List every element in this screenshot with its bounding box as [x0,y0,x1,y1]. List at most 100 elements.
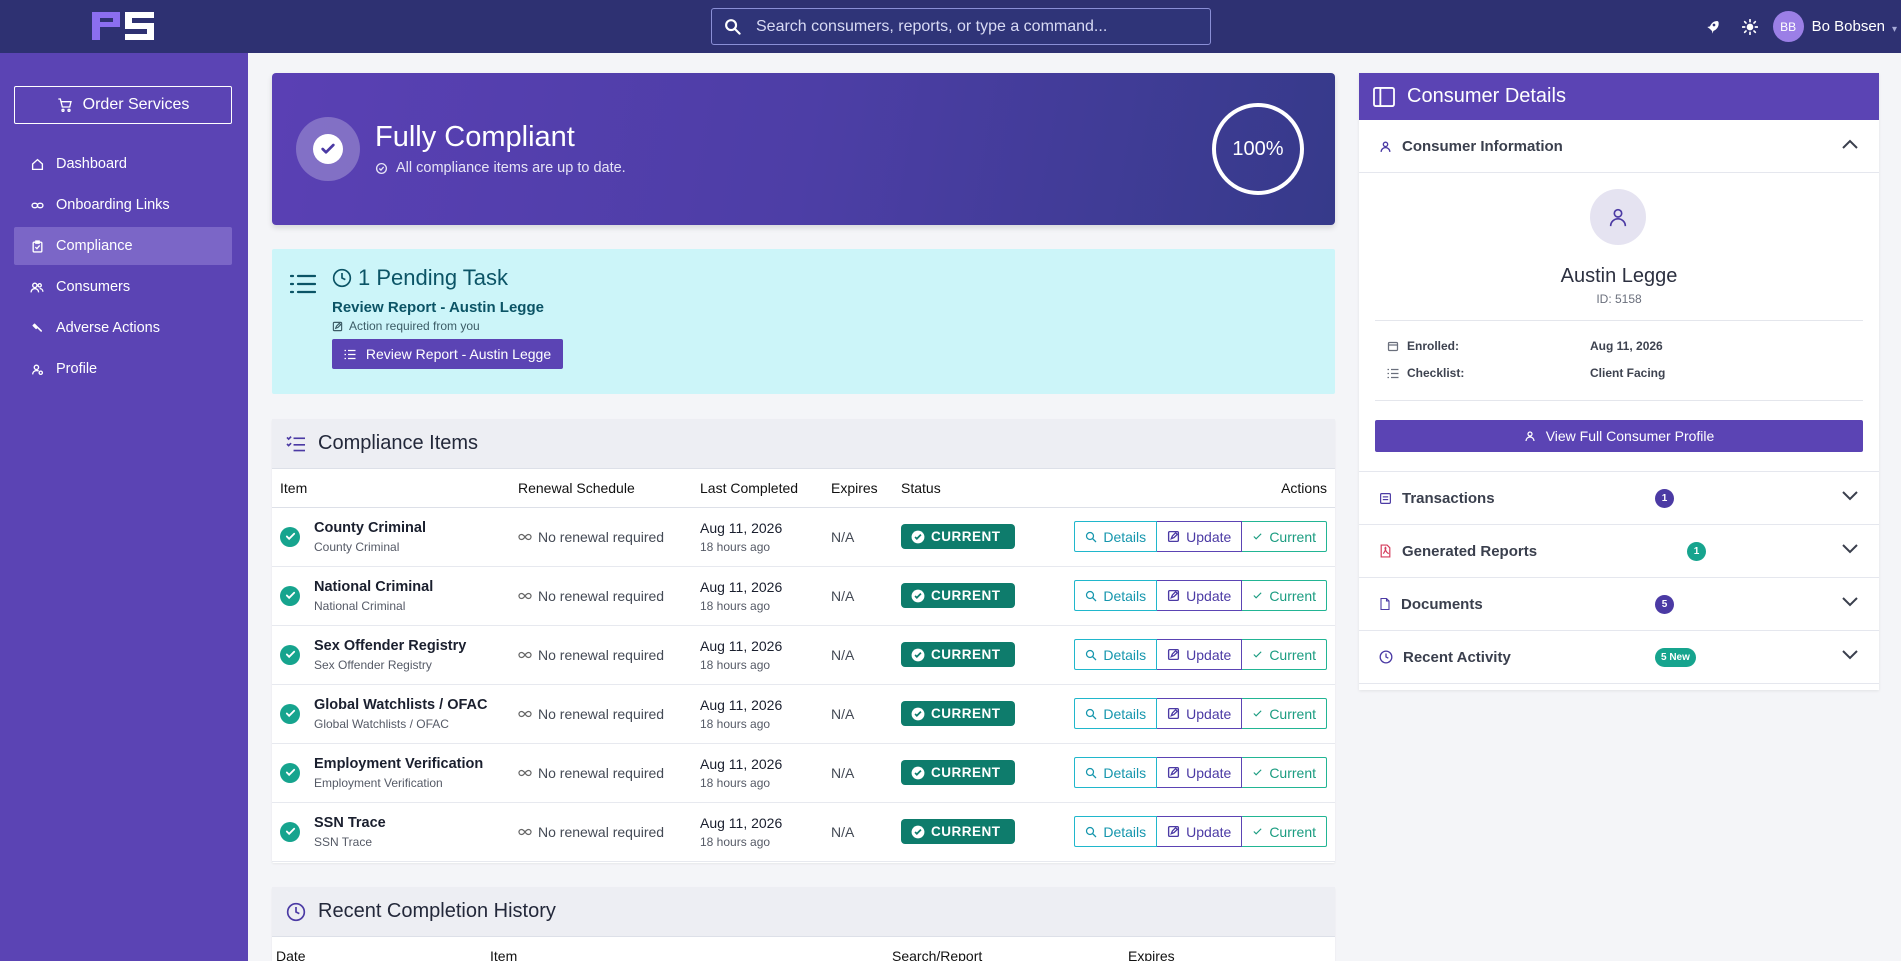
details-button[interactable]: Details [1074,639,1158,670]
update-button[interactable]: Update [1157,521,1243,552]
check-circle-icon [280,585,300,606]
link-icon [30,199,44,212]
chevron-down-icon[interactable] [1841,490,1859,502]
chevron-down-icon[interactable] [1841,543,1859,555]
status-badge: CURRENT [901,819,1015,844]
update-button[interactable]: Update [1157,698,1243,729]
table-row: County Criminal County Criminal No renew… [272,507,1335,567]
status-text: CURRENT [931,824,1001,839]
update-button[interactable]: Update [1157,816,1243,847]
item-cell: National Criminal National Criminal [272,566,510,626]
consumer-information-toggle[interactable]: Consumer Information [1359,120,1879,173]
completion-history-table: Date Item Search/Report Expires [272,937,1335,961]
current-button[interactable]: Current [1242,521,1327,552]
check-circle-small-icon [375,162,388,175]
search-icon [1085,531,1097,543]
sidebar-item-adverse-actions[interactable]: Adverse Actions [14,309,232,347]
item-name: Global Watchlists / OFAC [314,696,488,713]
update-button[interactable]: Update [1157,639,1243,670]
section-generated-reports-toggle[interactable]: Generated Reports 1 [1359,525,1879,578]
view-full-profile-button[interactable]: View Full Consumer Profile [1375,420,1863,452]
consumer-details-title: Consumer Details [1407,85,1566,107]
chevron-down-icon[interactable]: ▾ [1892,24,1897,35]
item-name: SSN Trace [314,814,386,831]
details-button[interactable]: Details [1074,698,1158,729]
status-cell: CURRENT [893,566,1023,626]
search-input[interactable] [752,17,1210,36]
details-label: Details [1103,528,1147,545]
top-bar: BB Bo Bobsen ▾ [0,0,1901,53]
current-button[interactable]: Current [1242,816,1327,847]
details-button[interactable]: Details [1074,521,1158,552]
sidebar-item-compliance[interactable]: Compliance [14,227,232,265]
renewal-text: No renewal required [538,764,665,781]
details-button[interactable]: Details [1074,580,1158,611]
current-button[interactable]: Current [1242,580,1327,611]
check-circle-icon [911,530,925,544]
section-transactions-toggle[interactable]: Transactions 1 [1359,472,1879,525]
details-label: Details [1103,705,1147,722]
user-avatar[interactable]: BB [1772,11,1804,42]
sidebar-item-label: Dashboard [56,156,127,172]
order-services-button[interactable]: Order Services [14,86,232,124]
check-circle-icon [280,703,300,724]
check-circle-icon [911,825,925,839]
renewal-text: No renewal required [538,587,665,604]
chevron-up-icon[interactable] [1841,138,1859,150]
sidebar-item-profile[interactable]: Profile [14,350,232,388]
user-name[interactable]: Bo Bobsen [1812,18,1885,35]
section-recent-activity-toggle[interactable]: Recent Activity 5 New [1359,631,1879,684]
search-icon [1085,767,1097,779]
item-cell: County Criminal County Criminal [272,507,510,567]
renewal-text: No renewal required [538,646,665,663]
pending-title-text: 1 Pending Task [358,265,509,290]
completed-relative: 18 hours ago [700,716,771,731]
global-search[interactable] [711,8,1211,45]
status-text: CURRENT [931,765,1001,780]
infinity-icon [518,533,532,541]
chevron-down-icon[interactable] [1841,649,1859,661]
current-button[interactable]: Current [1242,639,1327,670]
last-completed-cell: Aug 11, 2026 18 hours ago [692,566,823,626]
status-text: CURRENT [931,588,1001,603]
app-logo[interactable] [90,10,156,42]
check-icon [1252,708,1263,719]
update-button[interactable]: Update [1157,580,1243,611]
update-label: Update [1186,587,1232,604]
sidebar-panel-icon[interactable] [1373,86,1395,107]
review-report-button[interactable]: Review Report - Austin Legge [332,339,563,369]
pending-task-note: Action required from you [332,319,480,333]
details-button[interactable]: Details [1074,757,1158,788]
sidebar-item-dashboard[interactable]: Dashboard [14,145,232,183]
details-button[interactable]: Details [1074,816,1158,847]
section-documents-toggle[interactable]: Documents 5 [1359,578,1879,631]
pending-task-name: Review Report - Austin Legge [332,299,544,316]
completed-relative: 18 hours ago [700,598,771,613]
details-label: Details [1103,823,1147,840]
compliance-items-title: Compliance Items [318,432,479,454]
current-label: Current [1269,823,1316,840]
current-button[interactable]: Current [1242,757,1327,788]
sun-icon[interactable] [1735,12,1765,42]
search-icon [712,8,752,45]
rocket-icon[interactable] [1697,12,1727,42]
current-label: Current [1269,705,1316,722]
actions-cell: Details Update Current [1023,743,1335,803]
sidebar-item-consumers[interactable]: Consumers [14,268,232,306]
gavel-icon [30,322,44,335]
section-label: Documents [1401,595,1483,613]
current-button[interactable]: Current [1242,698,1327,729]
pending-note-text: Action required from you [349,319,480,333]
infinity-icon [518,651,532,659]
sidebar-item-onboarding-links[interactable]: Onboarding Links [14,186,232,224]
clipboard-icon [30,239,44,253]
checklist-value: Client Facing [1590,366,1666,380]
infinity-icon [518,710,532,718]
status-text: CURRENT [931,529,1001,544]
consumer-id: ID: 5158 [1596,292,1642,306]
update-button[interactable]: Update [1157,757,1243,788]
col-actions: Actions [1023,469,1335,508]
renewal-cell: No renewal required [510,507,692,567]
chevron-down-icon[interactable] [1841,596,1859,608]
item-subtitle: SSN Trace [314,834,373,849]
